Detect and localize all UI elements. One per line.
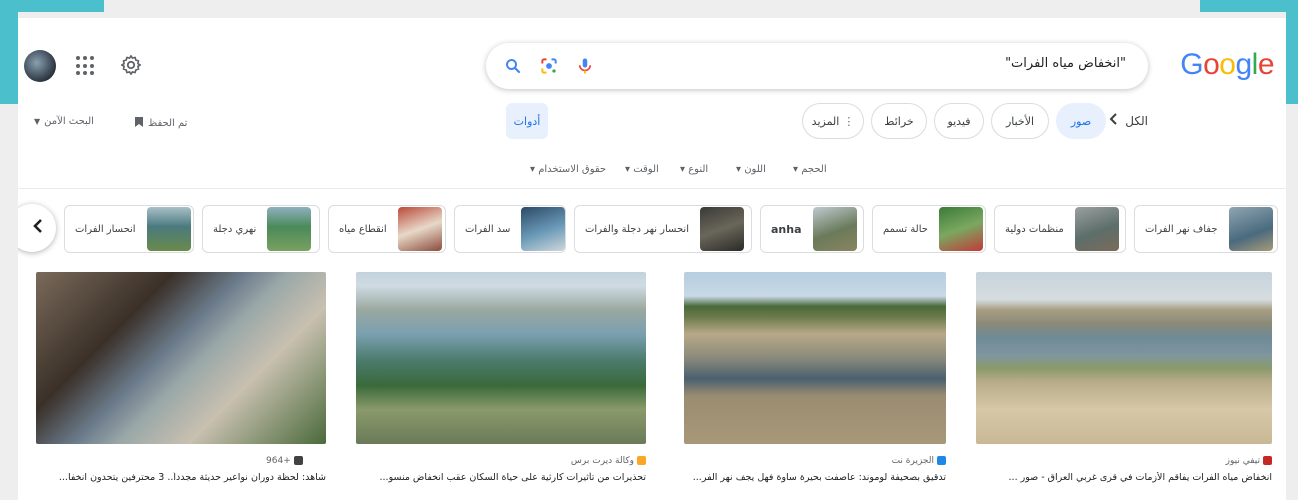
- related-chip[interactable]: انحسار نهر دجلة والفرات: [574, 205, 752, 253]
- tab-videos[interactable]: فيديو: [934, 103, 984, 139]
- more-vert-icon: ⋮: [843, 114, 855, 128]
- tab-more-label: المزيد: [811, 114, 840, 128]
- result-title[interactable]: تحذيرات من تأثيرات كارثية على حياة السكا…: [356, 472, 646, 483]
- filter-size-label: الحجم: [801, 164, 827, 175]
- search-query[interactable]: "انخفاض مياه الفرات": [1005, 56, 1126, 71]
- result-image[interactable]: [976, 272, 1272, 444]
- related-thumb: [812, 207, 857, 251]
- logo-letter-g2: g: [1235, 48, 1252, 81]
- result-source-label: تيفي نيوز: [1225, 456, 1260, 466]
- bookmark-icon: [134, 116, 144, 131]
- related-chip[interactable]: anha: [760, 205, 864, 253]
- result-image[interactable]: [36, 272, 326, 444]
- related-thumb: [521, 207, 565, 251]
- chevron-left-icon: [1109, 113, 1119, 128]
- lens-icon[interactable]: [538, 55, 560, 77]
- related-chip-label: انحسار الفرات: [75, 223, 136, 235]
- source-favicon: [1263, 456, 1272, 465]
- result-source[interactable]: وكالة ديرت برس: [571, 456, 646, 466]
- related-thumb: [700, 207, 744, 251]
- safesearch-button[interactable]: ▼ البحث الآمن: [34, 116, 94, 127]
- search-icon[interactable]: [502, 55, 524, 77]
- related-chip-label: anha: [771, 222, 802, 236]
- logo-letter-o1: o: [1203, 48, 1220, 81]
- tools-button[interactable]: أدوات: [506, 103, 548, 139]
- filter-size[interactable]: ▾ الحجم: [793, 164, 827, 175]
- result-image[interactable]: [356, 272, 646, 444]
- tab-news[interactable]: الأخبار: [991, 103, 1049, 139]
- related-thumb: [267, 207, 312, 251]
- related-thumb: [146, 207, 191, 251]
- filter-usage-rights-label: حقوق الاستخدام: [538, 164, 607, 175]
- divider: [18, 188, 1286, 189]
- tab-all-label: الكل: [1125, 113, 1148, 128]
- tab-images[interactable]: صور: [1056, 103, 1106, 139]
- carousel-prev-button[interactable]: [18, 204, 56, 252]
- tab-all[interactable]: الكل: [1109, 113, 1148, 128]
- safesearch-label: البحث الآمن: [44, 116, 94, 127]
- result-source[interactable]: +964: [266, 456, 303, 466]
- tab-maps[interactable]: خرائط: [871, 103, 927, 139]
- search-box[interactable]: "انخفاض مياه الفرات": [486, 43, 1148, 89]
- gear-icon[interactable]: [120, 54, 144, 78]
- related-chip-label: سد الفرات: [465, 223, 511, 235]
- result-image[interactable]: [684, 272, 946, 444]
- tab-more[interactable]: المزيد ⋮: [802, 103, 864, 139]
- saved-label: تم الحفظ: [148, 118, 188, 129]
- related-chip[interactable]: حالة تسمم: [872, 205, 986, 253]
- result-title[interactable]: شاهد: لحظة دوران نواعير حديثة مجدداً.. 3…: [36, 472, 326, 483]
- logo-letter-g: G: [1180, 48, 1204, 81]
- filter-time-label: الوقت: [633, 164, 659, 175]
- related-thumb: [938, 207, 983, 251]
- related-chip-label: انقطاع مياه: [339, 223, 387, 235]
- related-chip[interactable]: جفاف نهر الفرات: [1134, 205, 1278, 253]
- filter-color[interactable]: ▾ اللون: [736, 164, 766, 175]
- result-title[interactable]: انخفاض مياه الفرات يفاقم الأزمات في قرى …: [976, 472, 1272, 483]
- related-chip-label: نهري دجلة: [213, 223, 257, 235]
- source-favicon: [937, 456, 946, 465]
- related-thumb: [1074, 207, 1119, 251]
- related-chip-label: جفاف نهر الفرات: [1145, 223, 1218, 235]
- result-source-label: +964: [266, 456, 291, 466]
- related-thumb: [1228, 207, 1273, 251]
- filter-time[interactable]: ▾ الوقت: [625, 164, 659, 175]
- related-chip[interactable]: انقطاع مياه: [328, 205, 446, 253]
- chevron-left-icon: [32, 218, 44, 238]
- result-source[interactable]: الجزيرة نت: [892, 456, 946, 466]
- logo-letter-e: e: [1257, 48, 1275, 81]
- related-chip-label: حالة تسمم: [883, 223, 928, 235]
- google-images-page: Google "انخفاض مياه الفرات" الكل صور الأ…: [18, 18, 1286, 500]
- logo-letter-o2: o: [1219, 48, 1236, 81]
- source-favicon: [293, 456, 303, 465]
- filter-color-label: اللون: [744, 164, 766, 175]
- caret-down-icon: ▼: [34, 117, 41, 126]
- result-title[interactable]: تدقيق بصحيفة لوموند: عاصفت بحيرة ساوة فه…: [684, 472, 946, 483]
- related-chip-label: منظمات دولية: [1005, 223, 1064, 235]
- related-chip[interactable]: منظمات دولية: [994, 205, 1126, 253]
- related-thumb: [397, 207, 442, 251]
- filter-type-label: النوع: [688, 164, 709, 175]
- google-logo[interactable]: Google: [1180, 48, 1274, 82]
- related-chip[interactable]: انحسار الفرات: [64, 205, 194, 253]
- result-source-label: الجزيرة نت: [891, 456, 934, 466]
- related-chip[interactable]: سد الفرات: [454, 205, 566, 253]
- related-chip[interactable]: نهري دجلة: [202, 205, 320, 253]
- microphone-icon[interactable]: [574, 55, 596, 77]
- filter-usage-rights[interactable]: ▾ حقوق الاستخدام: [530, 164, 606, 175]
- account-avatar[interactable]: [24, 50, 56, 82]
- related-chip-label: انحسار نهر دجلة والفرات: [585, 223, 689, 235]
- result-source[interactable]: تيفي نيوز: [1226, 456, 1272, 466]
- apps-grid-icon[interactable]: [76, 56, 96, 76]
- filter-type[interactable]: ▾ النوع: [680, 164, 708, 175]
- source-favicon: [637, 456, 646, 465]
- result-source-label: وكالة ديرت برس: [570, 456, 634, 466]
- saved-button[interactable]: تم الحفظ: [134, 116, 187, 131]
